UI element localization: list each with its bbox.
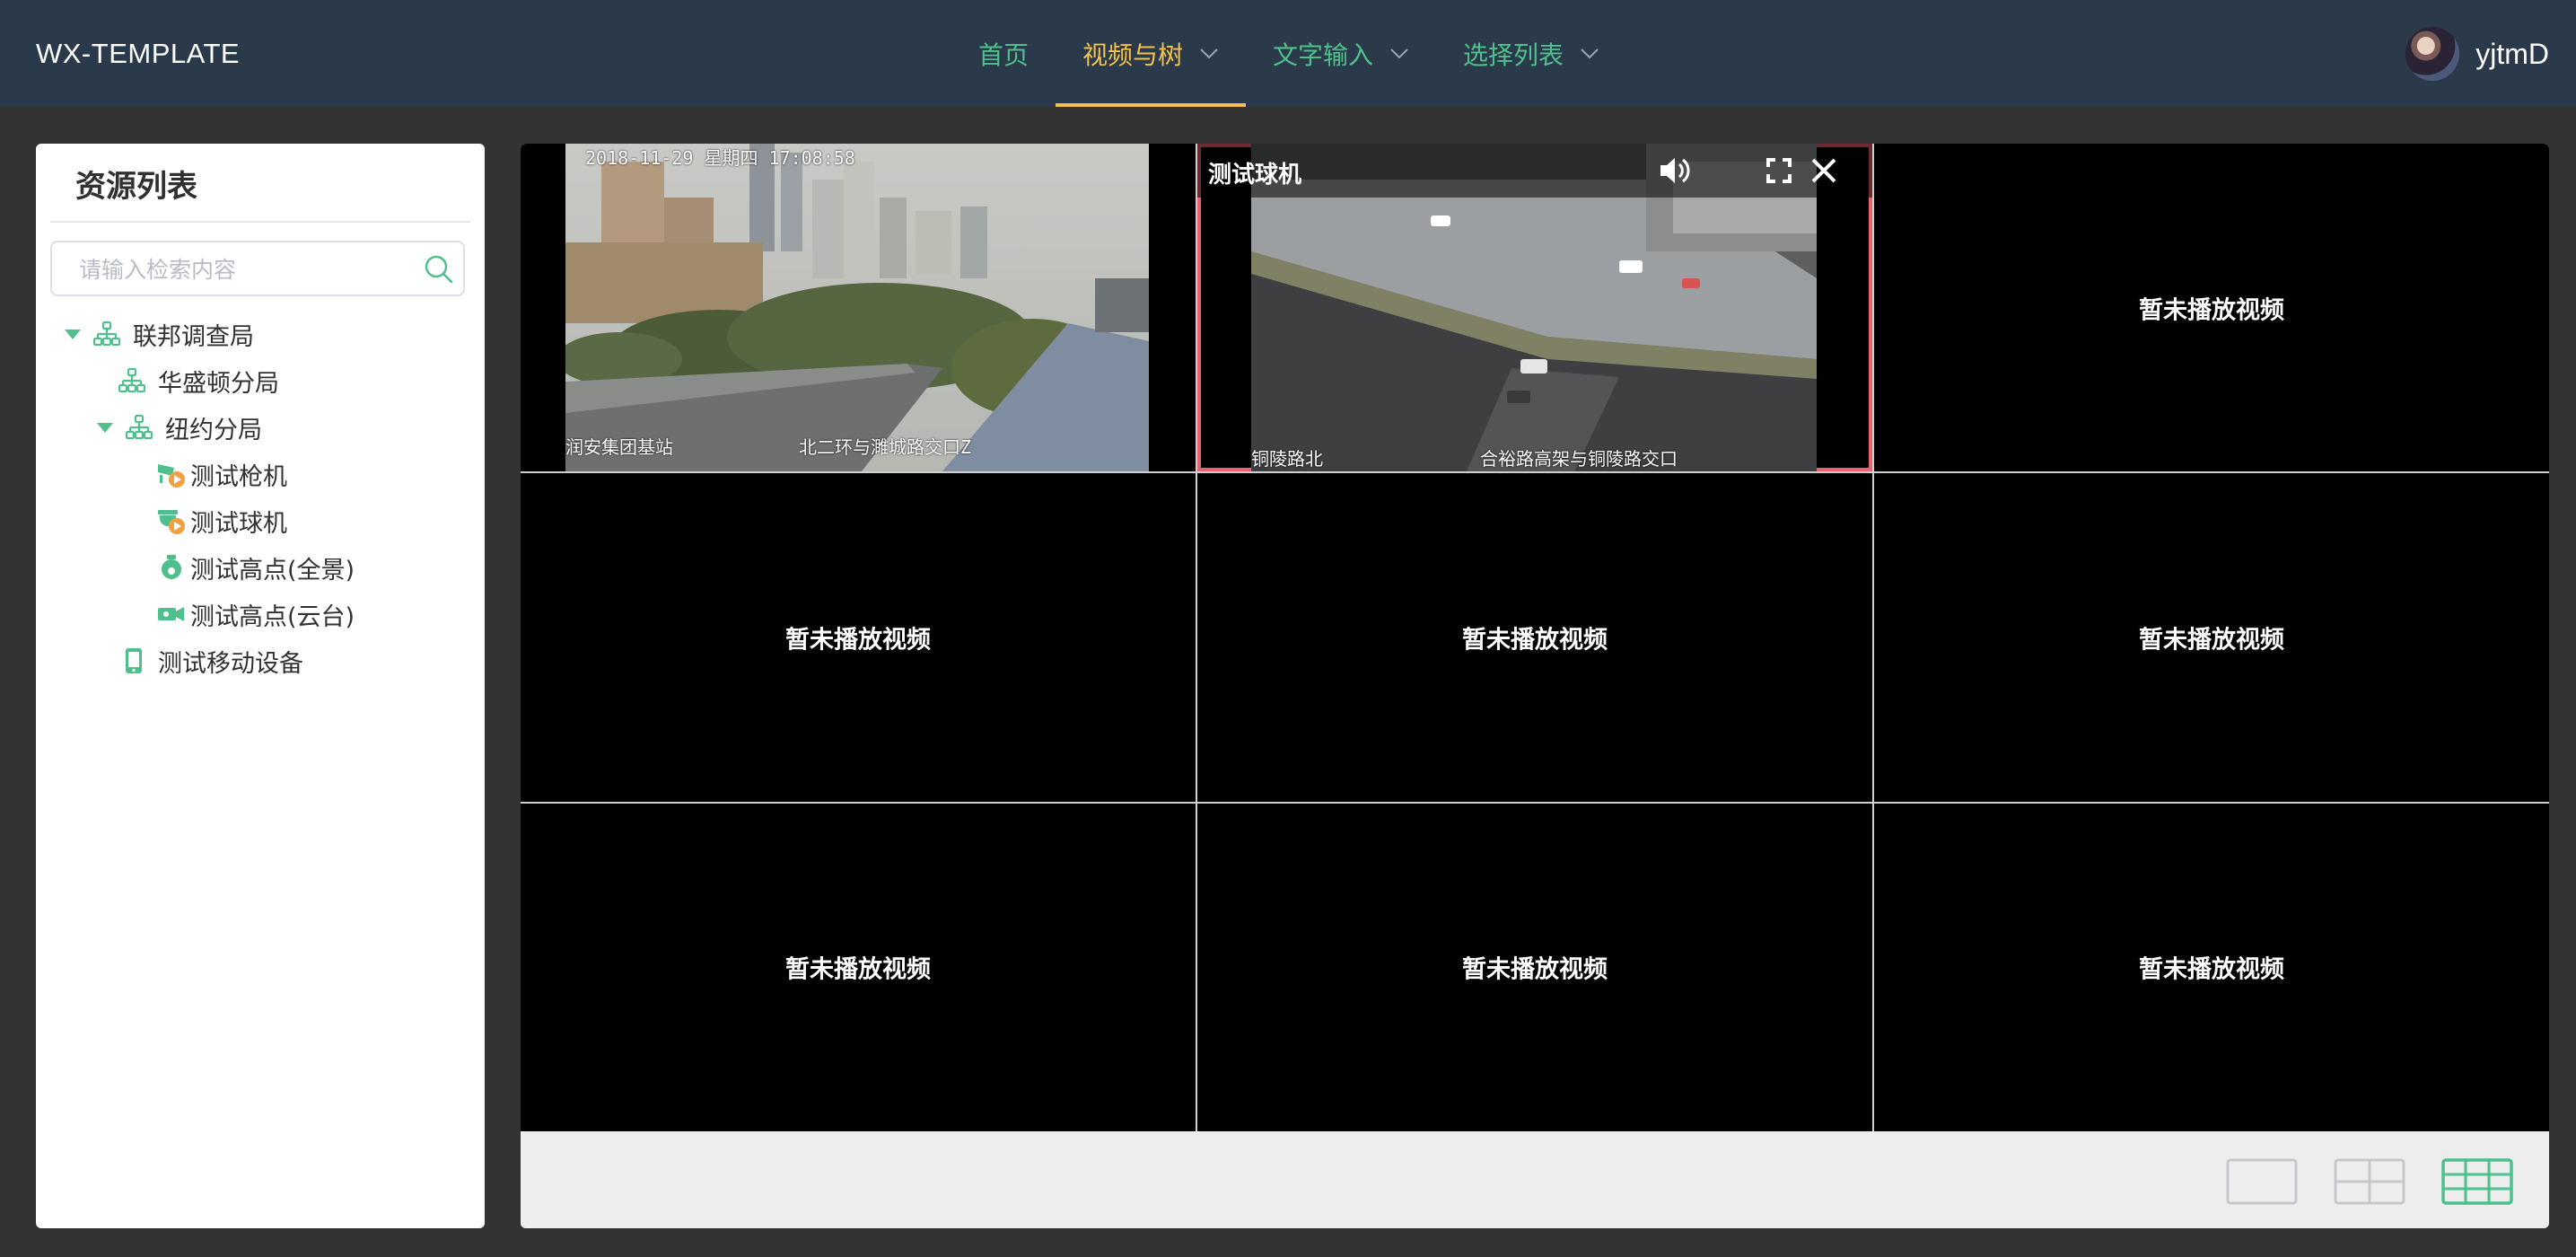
tree-node-label: 华盛顿分局 — [158, 369, 279, 398]
brand-logo-text[interactable]: WX-TEMPLATE — [36, 32, 240, 75]
caret-down-icon[interactable] — [61, 322, 84, 346]
nav-label: 文字输入 — [1273, 40, 1374, 70]
search-icon[interactable] — [424, 254, 454, 285]
empty-placeholder: 暂未播放视频 — [2139, 626, 2284, 655]
tree-node-label: 测试球机 — [190, 509, 287, 538]
top-navbar: WX-TEMPLATE 首页 视频与树 文字输入 选择列表 yjtmD — [0, 0, 2576, 107]
osd-timestamp: 2018-11-29 星期四 17:08:58 — [585, 147, 855, 169]
player-toolbar: 测试球机 — [1197, 144, 1872, 198]
org-icon — [118, 367, 146, 393]
nav-select-list[interactable]: 选择列表 — [1436, 0, 1626, 107]
org-icon — [92, 321, 121, 347]
tree-node-label: 测试移动设备 — [158, 649, 303, 678]
video-cell-empty[interactable]: 暂未播放视频 — [1874, 144, 2549, 472]
org-icon — [125, 414, 153, 440]
osd-location-right: 北二环与濉城路交口Z — [799, 436, 972, 458]
caret-down-icon[interactable] — [93, 416, 117, 439]
tree-node-dome-camera[interactable]: 测试球机 — [36, 497, 485, 544]
camera-feed-image — [565, 144, 1149, 471]
search-box — [50, 241, 465, 296]
tree-node-bullet-camera[interactable]: 测试枪机 — [36, 451, 485, 497]
user-menu[interactable]: yjtmD — [2405, 25, 2549, 83]
video-cell-empty[interactable]: 暂未播放视频 — [521, 803, 1196, 1131]
osd-location-left: 铜陵路北 — [1251, 448, 1323, 470]
tree-node-label: 测试枪机 — [190, 462, 287, 491]
layout-nine-icon[interactable] — [2441, 1158, 2513, 1205]
main-nav: 首页 视频与树 文字输入 选择列表 — [951, 0, 1626, 107]
chevron-down-icon — [1200, 48, 1218, 58]
video-cell-empty[interactable]: 暂未播放视频 — [1197, 803, 1872, 1131]
tree-node-ptz-camera[interactable]: 测试高点(云台) — [36, 591, 485, 637]
player-title: 测试球机 — [1208, 162, 1302, 189]
tree-node-fbi[interactable]: 联邦调查局 — [36, 311, 485, 357]
tree-node-washington[interactable]: 华盛顿分局 — [36, 357, 485, 404]
dome-camera-icon — [158, 510, 185, 534]
empty-placeholder: 暂未播放视频 — [2139, 955, 2284, 984]
resource-panel: 资源列表 联邦调查局 — [36, 144, 485, 1228]
video-cell[interactable]: 2018-11-29 星期四 17:08:58 润安集团基站 北二环与濉城路交口… — [521, 144, 1196, 472]
username[interactable]: yjtmD — [2475, 38, 2549, 71]
fullscreen-icon[interactable] — [1761, 153, 1797, 189]
empty-placeholder: 暂未播放视频 — [785, 626, 931, 655]
ptz-camera-icon — [158, 607, 184, 621]
nav-label: 首页 — [978, 40, 1030, 70]
empty-placeholder: 暂未播放视频 — [1462, 626, 1608, 655]
close-icon[interactable] — [1806, 153, 1842, 189]
layout-single-icon[interactable] — [2226, 1158, 2298, 1205]
video-grid: 2018-11-29 星期四 17:08:58 润安集团基站 北二环与濉城路交口… — [521, 144, 2549, 1131]
empty-placeholder: 暂未播放视频 — [785, 955, 931, 984]
video-cell-empty[interactable]: 暂未播放视频 — [1874, 473, 2549, 802]
search-input[interactable] — [52, 242, 440, 296]
video-cell-empty[interactable]: 暂未播放视频 — [1197, 473, 1872, 802]
panel-title: 资源列表 — [75, 169, 197, 205]
osd-location-right: 合裕路高架与铜陵路交口 — [1480, 448, 1678, 470]
mobile-device-icon — [126, 648, 142, 673]
nav-video-tree[interactable]: 视频与树 — [1056, 0, 1247, 107]
nav-label: 视频与树 — [1082, 40, 1184, 70]
tree-node-mobile-device[interactable]: 测试移动设备 — [36, 637, 485, 684]
nav-label: 选择列表 — [1463, 40, 1564, 70]
volume-icon[interactable] — [1657, 153, 1693, 189]
empty-placeholder: 暂未播放视频 — [1462, 955, 1608, 984]
avatar[interactable] — [2405, 27, 2460, 81]
video-cell-empty[interactable]: 暂未播放视频 — [521, 473, 1196, 802]
layout-quad-icon[interactable] — [2334, 1158, 2405, 1205]
tree-node-newyork[interactable]: 纽约分局 — [36, 404, 485, 451]
divider — [50, 221, 470, 223]
osd-location-left: 润安集团基站 — [565, 436, 673, 458]
video-cell-empty[interactable]: 暂未播放视频 — [1874, 803, 2549, 1131]
nav-home[interactable]: 首页 — [951, 0, 1056, 107]
layout-switcher — [521, 1131, 2549, 1228]
tree-node-label: 纽约分局 — [165, 416, 262, 444]
resource-tree: 联邦调查局 华盛顿分局 纽约分局 测试枪机 测试球机 测试高点(全景) 测试高点… — [36, 311, 485, 684]
panorama-camera-icon — [162, 555, 181, 579]
tree-node-label: 测试高点(全景) — [190, 556, 355, 585]
chevron-down-icon — [1390, 48, 1408, 58]
video-cell-selected[interactable]: 铜陵路北 合裕路高架与铜陵路交口 测试球机 — [1197, 144, 1872, 472]
tree-node-label: 联邦调查局 — [133, 322, 254, 351]
chevron-down-icon — [1581, 48, 1599, 58]
tree-node-panorama-camera[interactable]: 测试高点(全景) — [36, 544, 485, 591]
empty-placeholder: 暂未播放视频 — [2139, 296, 2284, 325]
tree-node-label: 测试高点(云台) — [190, 602, 355, 631]
bullet-camera-icon — [158, 464, 185, 488]
video-wall: 2018-11-29 星期四 17:08:58 润安集团基站 北二环与濉城路交口… — [521, 144, 2549, 1228]
nav-text-input[interactable]: 文字输入 — [1246, 0, 1436, 107]
